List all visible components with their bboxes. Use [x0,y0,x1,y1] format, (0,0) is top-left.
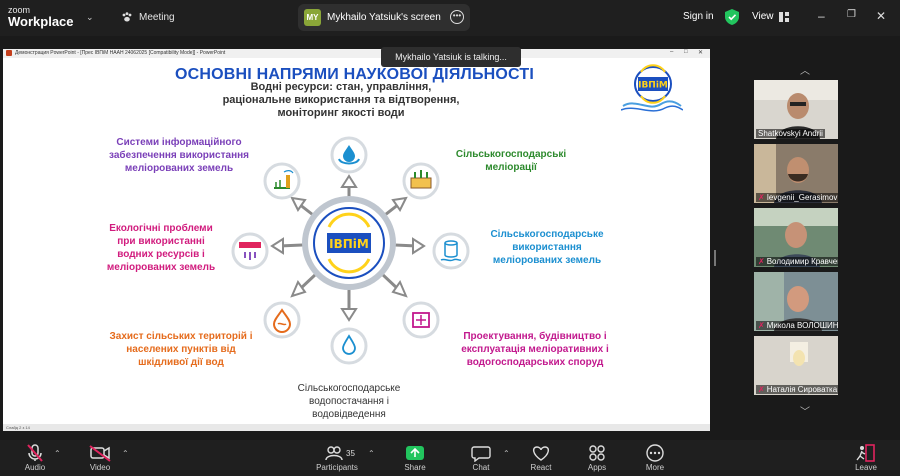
sign-in-button[interactable]: Sign in [683,11,714,22]
presenter-avatar: MY [304,9,321,26]
mic-muted-icon: ✗ [758,257,765,266]
zoom-workplace-logo[interactable]: zoom Workplace [8,5,74,29]
label-design: Проектування, будівництво і експлуатація… [461,331,609,368]
restore-icon[interactable]: ❐ [847,9,856,20]
participant-name-text: Микола ВОЛОШИН [766,321,838,330]
pipe-leak-icon [231,232,269,270]
react-button[interactable]: React [514,444,568,472]
chat-button[interactable]: Chat [454,444,508,472]
participant-name-text: Наталія Сироватка [766,385,838,394]
participant-name: ✗ Микола ВОЛОШИН [756,321,838,330]
apps-label: Apps [587,463,607,472]
participants-icon [307,444,367,462]
participant-name-text: Ievgenii_Gerasimov [766,193,838,202]
react-label: React [530,463,552,472]
leave-label: Leave [855,463,877,472]
share-label: Share [404,463,426,472]
powerpoint-titlebar: Демонстрация PowerPoint - [Прес ІВПіМ НА… [3,49,710,58]
meeting-label: Meeting [139,11,175,23]
participant-name: ✗Володимир Кравченко [756,257,838,266]
top-bar: zoom Workplace ⌄ Meeting MY Mykhailo Yat… [0,0,900,36]
panel-resize-handle[interactable] [714,250,716,266]
mic-muted-icon: ✗ [758,193,765,202]
hub-text: ІВПіМ [329,237,369,251]
brand-workplace: Workplace [8,14,74,29]
ppt-maximize-icon[interactable]: □ [684,49,688,55]
shared-screen-indicator[interactable]: MY Mykhailo Yatsiuk's screen ••• [298,4,470,31]
participants-options-icon[interactable]: ⌃ [368,449,375,458]
chat-options-icon[interactable]: ⌃ [503,449,510,458]
ppt-minimize-icon[interactable]: – [670,49,673,55]
construction-icon [402,301,440,339]
label-protection: Захист сільських територій і населених п… [109,331,253,368]
apps-icon [570,444,624,462]
audio-label: Audio [24,463,46,472]
water-hands-icon [330,136,368,174]
zoom-window: zoom Workplace ⌄ Meeting MY Mykhailo Yat… [0,0,900,476]
video-button[interactable]: Video [73,444,127,472]
powerpoint-statusbar: Слайд 2 з 14 [3,424,710,431]
water-drop-icon [330,327,368,365]
powerpoint-icon [6,50,12,56]
label-agri-melioration: Сільськогосподарські меліорації [455,149,567,173]
participants-button[interactable]: Participants [307,444,367,472]
label-eco-problems: Екологічні проблеми при використанні вод… [106,223,216,273]
participant-tile[interactable]: ✗ Микола ВОЛОШИН [754,272,838,331]
participant-tile[interactable]: Shatkovskyi Andrii [754,80,838,139]
video-options-icon[interactable]: ⌃ [122,449,129,458]
heart-icon [514,444,568,462]
powerpoint-window-title: Демонстрация PowerPoint - [Прес ІВПіМ НА… [15,50,226,56]
apps-button[interactable]: Apps [570,444,624,472]
participant-tile[interactable]: ✗Володимир Кравченко [754,208,838,267]
audio-options-icon[interactable]: ⌃ [54,449,61,458]
water-tank-icon [432,232,470,270]
video-off-icon [89,445,111,462]
mic-muted-icon: ✗ [758,385,765,394]
flood-protection-icon [263,301,301,339]
shield-check-icon[interactable] [725,9,739,25]
shared-screen-label: Mykhailo Yatsiuk's screen [327,12,441,23]
presentation-slide: ОСНОВНІ НАПРЯМИ НАУКОВОЇ ДІЯЛЬНОСТІ ІВПі… [3,58,710,424]
paw-icon [122,12,132,22]
speaking-indicator: Mykhailo Yatsiuk is talking... [381,47,521,67]
mic-muted-icon: ✗ [758,321,765,330]
more-dots-icon [628,444,682,462]
view-button[interactable]: View [752,11,789,22]
participant-name: ✗ Наталія Сироватка [756,385,838,394]
ppt-close-icon[interactable]: ✕ [698,49,703,56]
chat-bubble-icon [454,444,508,463]
chevron-down-icon[interactable]: ⌄ [86,12,94,23]
more-button[interactable]: More [628,444,682,472]
grid-view-icon [778,11,789,22]
label-water-supply: Сільськогосподарське водопостачання і во… [297,383,401,420]
participant-name: ✗ Ievgenii_Gerasimov [756,193,838,202]
chevron-up-icon[interactable]: ︿ [800,62,810,77]
share-screen-icon [388,444,442,462]
more-options-icon[interactable]: ••• [450,10,464,24]
participant-name: Shatkovskyi Andrii [756,129,825,138]
irrigation-sprinkler-icon [263,162,301,200]
slide-counter: Слайд 2 з 14 [6,425,30,430]
minimize-icon[interactable]: – [818,9,825,23]
leave-button[interactable]: Leave [839,444,893,472]
participant-tile[interactable]: ✗ Ievgenii_Gerasimov [754,144,838,203]
close-icon[interactable]: ✕ [876,9,886,23]
share-button[interactable]: Share [388,444,442,472]
participants-count: 35 [346,449,355,458]
label-info-systems: Системи інформаційного забезпечення вико… [109,137,249,174]
chevron-down-icon[interactable]: ﹀ [800,403,810,418]
more-label: More [645,463,665,472]
leave-door-icon [839,444,893,462]
video-label: Video [89,463,111,472]
participant-name-text: Володимир Кравченко [766,257,838,266]
participant-tile[interactable]: ✗ Наталія Сироватка [754,336,838,395]
meeting-menu[interactable]: Meeting [121,11,175,23]
view-label: View [752,11,774,22]
participants-label: Participants [316,463,358,472]
label-agri-use: Сільськогосподарське використання меліор… [490,229,604,266]
meeting-toolbar: Audio ⌃ Video ⌃ Participants 35 ⌃ Share [0,440,900,476]
chat-label: Chat [472,463,490,472]
